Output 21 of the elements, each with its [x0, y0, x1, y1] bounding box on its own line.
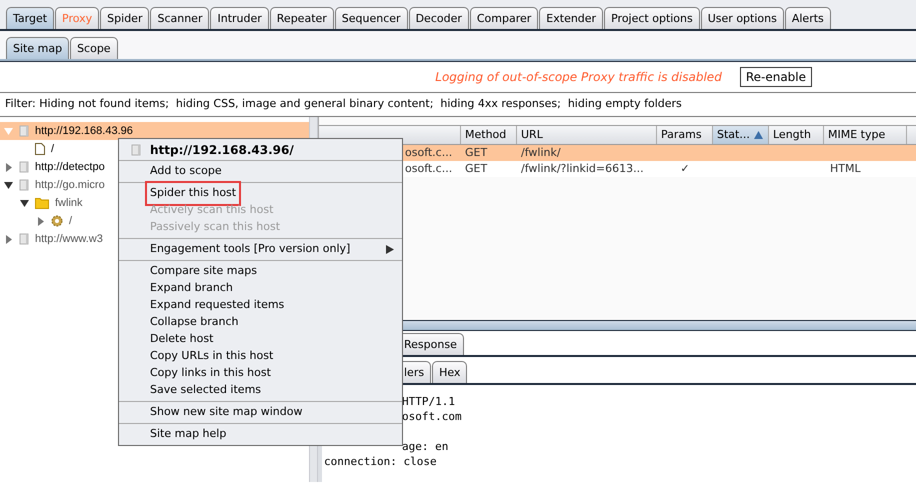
tree-label: http://go.micro [35, 178, 105, 193]
tree-label: fwlink [55, 196, 83, 211]
table-cell-text: GET [464, 160, 488, 177]
table-cell-text: HTML [829, 160, 862, 177]
filter-text: Filter: Hiding not found items; hiding CSS, image and general binary content; hiding 4xx responses; hiding empty folders [5, 96, 682, 112]
table-cell-text: /fwlink/?linkid=6613... [520, 160, 645, 177]
response-line: osoft.com [401, 409, 463, 424]
tree-label: http://www.w3 [35, 232, 103, 247]
table-cell-text: /fwlink/ [520, 144, 562, 161]
notice-message: Logging of out-of-scope Proxy traffic is disabled [435, 69, 722, 86]
response-line: HTTP/1.1 [401, 394, 456, 409]
table-cell-text: osoft.c... [404, 160, 454, 177]
table-cell-text: ✓ [679, 160, 691, 177]
tree-label: http://detectpo [35, 160, 105, 175]
response-line: connection: close [324, 454, 438, 469]
tree-label: / [51, 142, 54, 157]
table-cell-text: GET [464, 144, 488, 161]
tree-label: http://192.168.43.96 [35, 124, 133, 139]
tree-label: / [69, 214, 72, 229]
response-line: age: en [401, 439, 450, 454]
table-cell-text: osoft.c... [404, 144, 454, 161]
